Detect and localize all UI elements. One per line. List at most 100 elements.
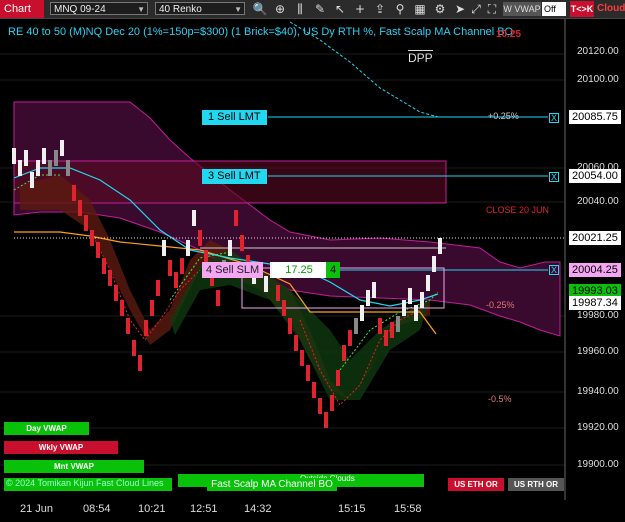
day-vwap-button[interactable]: Day VWAP	[4, 422, 89, 435]
w-vwap-toggle[interactable]: W VWAP	[503, 2, 541, 16]
us-rth-or-button[interactable]: US RTH OR	[508, 478, 564, 491]
renko-brick	[54, 150, 58, 166]
bar-type-label: 40 Renko	[159, 4, 202, 15]
wkly-vwap-button[interactable]: Wkly VWAP	[4, 441, 118, 454]
grid-icon[interactable]: ▦	[412, 1, 428, 17]
chevron-down-icon: ▼	[137, 5, 145, 14]
renko-brick	[312, 382, 316, 398]
renko-brick	[24, 150, 28, 166]
renko-brick	[330, 395, 334, 411]
pointer-icon[interactable]: ↖	[332, 1, 348, 17]
renko-brick	[66, 160, 70, 176]
instrument-selector[interactable]: MNQ 09-24 ▼	[50, 2, 148, 15]
draw-icon[interactable]: ✎	[312, 1, 328, 17]
renko-brick	[138, 355, 142, 371]
renko-brick	[144, 320, 148, 336]
renko-brick	[186, 240, 190, 256]
expand-icon[interactable]: ⛶	[484, 1, 500, 17]
time-tick: 15:58	[394, 503, 422, 515]
renko-brick	[12, 148, 16, 164]
dpp-label: DPP	[408, 50, 433, 65]
off-label: Off	[544, 4, 556, 14]
fast-scalp-channel-button[interactable]: Fast Scalp MA Channel BO	[207, 478, 337, 491]
renko-brick	[120, 300, 124, 316]
renko-brick	[228, 240, 232, 256]
renko-brick	[174, 272, 178, 288]
renko-brick	[42, 148, 46, 164]
renko-brick	[390, 322, 394, 338]
sell-stop-market-order-4[interactable]: 4 Sell SLM	[202, 262, 264, 278]
pct-minus05-label: -0.5%	[488, 394, 512, 404]
price-box-white: 19987.34	[569, 296, 621, 310]
renko-brick	[294, 335, 298, 351]
cloud-button[interactable]: Cloud	[597, 1, 625, 17]
gear-icon[interactable]: ⚙	[432, 1, 448, 17]
vwap-off-selector[interactable]: Off	[542, 2, 566, 16]
price-box-sell4: 20004.25	[569, 263, 621, 277]
order-count-badge: 4	[326, 262, 340, 278]
renko-brick	[126, 318, 130, 334]
renko-brick	[282, 300, 286, 316]
renko-brick	[156, 280, 160, 296]
us-eth-or-button[interactable]: US ETH OR	[448, 478, 504, 491]
time-tick: 08:54	[83, 503, 111, 515]
renko-brick	[372, 282, 376, 298]
renko-brick	[342, 345, 346, 361]
share-icon[interactable]: ⇪	[372, 1, 388, 17]
renko-brick	[168, 260, 172, 276]
renko-brick	[354, 318, 358, 334]
renko-brick	[36, 160, 40, 176]
renko-brick	[60, 140, 64, 156]
sell-limit-order-1[interactable]: 1 Sell LMT	[202, 110, 267, 125]
renko-brick	[336, 370, 340, 386]
renko-brick	[150, 300, 154, 316]
renko-brick	[426, 275, 430, 291]
plus-icon[interactable]: +	[352, 1, 368, 17]
bars-icon[interactable]: ⫼	[292, 1, 308, 17]
cancel-order-4-button[interactable]: X	[549, 265, 559, 275]
chart-title: RE 40 to 50 (M)NQ Dec 20 (1%=150p=$300) …	[8, 26, 514, 38]
axis-tick: 19920.00	[577, 422, 619, 433]
pct-plus025-label: +0.25%	[488, 111, 519, 121]
cancel-order-3-button[interactable]: X	[549, 172, 559, 182]
renko-brick	[324, 412, 328, 428]
renko-brick	[300, 350, 304, 366]
tk-button[interactable]: T<>K	[570, 1, 594, 17]
axis-tick: 19960.00	[577, 346, 619, 357]
bar-type-selector[interactable]: 40 Renko ▼	[155, 2, 245, 15]
chart-menu-button[interactable]: Chart	[0, 0, 44, 18]
cancel-order-1-button[interactable]: X	[549, 113, 559, 123]
axis-tick: 20040.00	[577, 196, 619, 207]
search-icon[interactable]: 🔍	[252, 1, 268, 17]
top-red-label: 10.25	[496, 29, 522, 40]
time-tick: 12:51	[190, 503, 218, 515]
renko-brick	[414, 305, 418, 321]
axis-tick: 19980.00	[577, 310, 619, 321]
crosshair-icon[interactable]: ⊕	[272, 1, 288, 17]
arrow-icon[interactable]: ➤	[452, 1, 468, 17]
order-qty-field[interactable]: 17.25	[272, 262, 326, 278]
renko-brick	[48, 160, 52, 176]
pin-icon[interactable]: ⚲	[392, 1, 408, 17]
instrument-label: MNQ 09-24	[54, 4, 106, 15]
renko-brick	[396, 316, 400, 332]
renko-brick	[234, 210, 238, 226]
renko-brick	[192, 210, 196, 226]
sell-limit-order-3[interactable]: 3 Sell LMT	[202, 169, 267, 184]
renko-brick	[240, 235, 244, 251]
renko-brick	[318, 398, 322, 414]
renko-brick	[402, 300, 406, 316]
renko-brick	[132, 340, 136, 356]
axis-tick: 19900.00	[577, 459, 619, 470]
chart-toolbar: Chart MNQ 09-24 ▼ 40 Renko ▼ 🔍 ⊕ ⫼ ✎ ↖ +…	[0, 0, 625, 19]
chart-window: Chart MNQ 09-24 ▼ 40 Renko ▼ 🔍 ⊕ ⫼ ✎ ↖ +…	[0, 0, 625, 522]
diagonal-icon[interactable]: ⤢	[468, 1, 484, 17]
renko-brick	[96, 242, 100, 258]
axis-tick: 19940.00	[577, 386, 619, 397]
renko-brick	[420, 292, 424, 308]
axis-tick: 20100.00	[577, 74, 619, 85]
renko-brick	[72, 185, 76, 201]
renko-brick	[276, 285, 280, 301]
mnt-vwap-button[interactable]: Mnt VWAP	[4, 460, 144, 473]
renko-brick	[288, 318, 292, 334]
